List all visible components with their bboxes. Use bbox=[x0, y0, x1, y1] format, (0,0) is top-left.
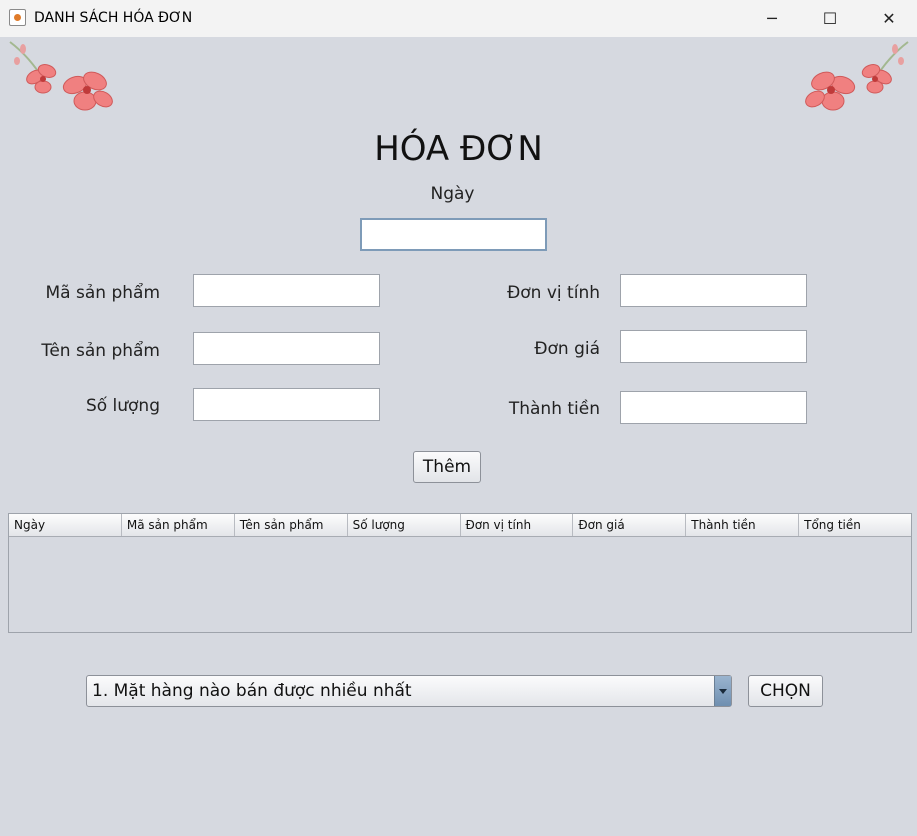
product-code-input[interactable] bbox=[193, 274, 380, 307]
column-header-date[interactable]: Ngày bbox=[9, 514, 122, 536]
column-header-unit-price[interactable]: Đơn giá bbox=[573, 514, 687, 536]
choose-button[interactable]: CHỌN bbox=[748, 675, 823, 707]
orchid-decoration-icon bbox=[9, 41, 113, 111]
query-select[interactable]: 1. Mặt hàng nào bán được nhiều nhất bbox=[86, 675, 732, 707]
column-header-unit[interactable]: Đơn vị tính bbox=[461, 514, 574, 536]
invoice-heading: HÓA ĐƠN bbox=[374, 129, 543, 169]
column-header-product-code[interactable]: Mã sản phẩm bbox=[122, 514, 235, 536]
column-header-total[interactable]: Tổng tiền bbox=[799, 514, 911, 536]
invoice-table[interactable]: Ngày Mã sản phẩm Tên sản phẩm Số lượng Đ… bbox=[8, 513, 912, 633]
main-panel: HÓA ĐƠN Ngày Mã sản phẩm Tên sản phẩm Số… bbox=[0, 37, 917, 836]
window-title: DANH SÁCH HÓA ĐƠN bbox=[34, 10, 193, 26]
minimize-button[interactable]: ─ bbox=[749, 0, 795, 37]
unit-input[interactable] bbox=[620, 274, 807, 307]
product-code-label: Mã sản phẩm bbox=[45, 283, 160, 303]
product-name-input[interactable] bbox=[193, 332, 380, 365]
orchid-decoration-icon bbox=[805, 41, 909, 111]
date-input[interactable] bbox=[360, 218, 547, 251]
unit-label: Đơn vị tính bbox=[507, 283, 600, 303]
quantity-label: Số lượng bbox=[85, 396, 160, 416]
add-button[interactable]: Thêm bbox=[413, 451, 481, 483]
query-selected-value: 1. Mặt hàng nào bán được nhiều nhất bbox=[92, 681, 412, 701]
unit-price-label: Đơn giá bbox=[534, 339, 600, 359]
column-header-amount[interactable]: Thành tiền bbox=[686, 514, 800, 536]
unit-price-input[interactable] bbox=[620, 330, 807, 363]
table-header: Ngày Mã sản phẩm Tên sản phẩm Số lượng Đ… bbox=[9, 514, 911, 537]
title-bar[interactable]: DANH SÁCH HÓA ĐƠN ─ ☐ ✕ bbox=[0, 0, 917, 37]
total-amount-input[interactable] bbox=[620, 391, 807, 424]
java-app-icon bbox=[9, 9, 26, 26]
column-header-product-name[interactable]: Tên sản phẩm bbox=[235, 514, 348, 536]
date-label: Ngày bbox=[430, 184, 475, 204]
chevron-down-icon[interactable] bbox=[714, 676, 731, 706]
column-header-quantity[interactable]: Số lượng bbox=[348, 514, 461, 536]
close-button[interactable]: ✕ bbox=[866, 0, 912, 37]
quantity-input[interactable] bbox=[193, 388, 380, 421]
maximize-button[interactable]: ☐ bbox=[807, 0, 853, 37]
product-name-label: Tên sản phẩm bbox=[41, 341, 160, 361]
total-amount-label: Thành tiền bbox=[508, 399, 600, 419]
